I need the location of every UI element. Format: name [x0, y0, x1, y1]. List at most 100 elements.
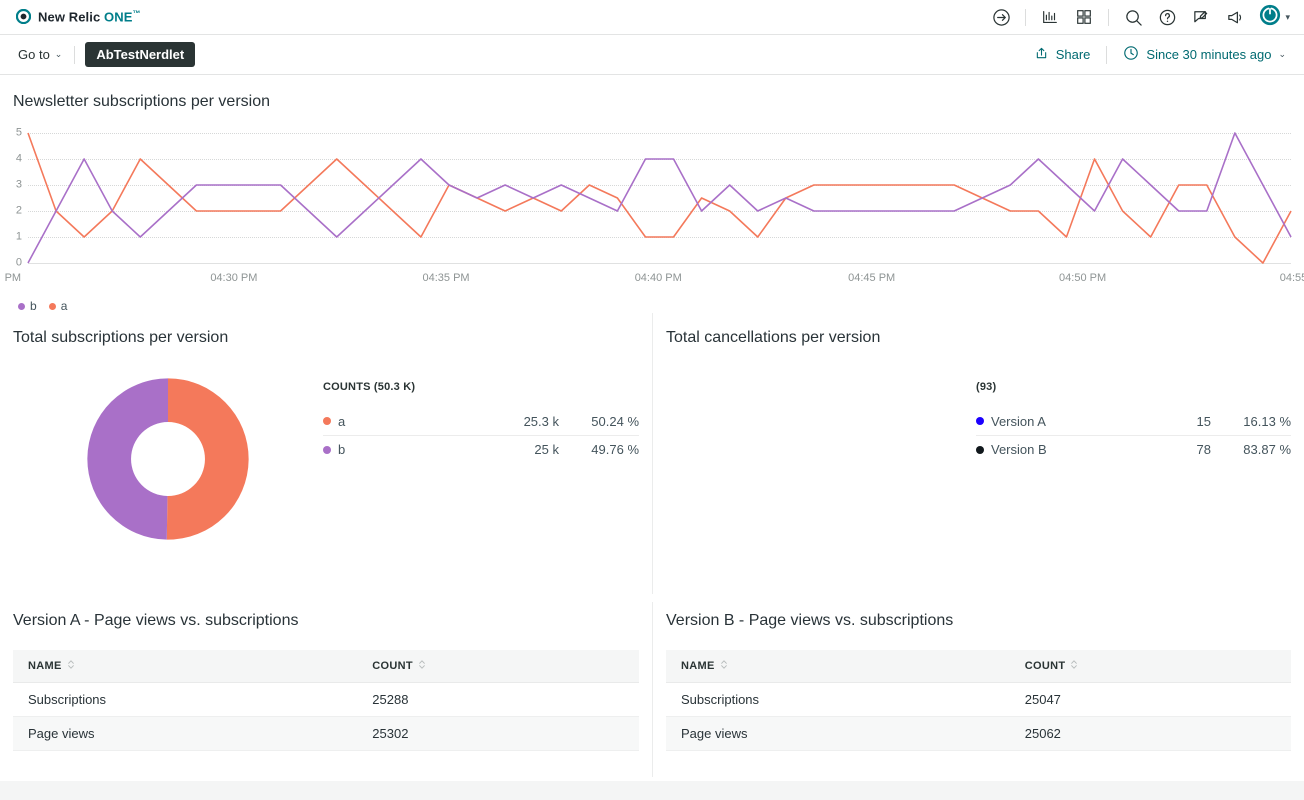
secondary-navigation-bar: Go to ⌄ AbTestNerdlet Share Since 30 min… [0, 35, 1304, 75]
y-axis-tick-label: 2 [15, 204, 22, 217]
time-range-picker[interactable]: Since 30 minutes ago ⌄ [1119, 41, 1290, 68]
brand-text: New Relic ONE™ [38, 9, 141, 24]
launcher-icon[interactable] [991, 7, 1011, 27]
x-axis-tick-label: 04:40 PM [634, 272, 682, 284]
table-row[interactable]: Page views 25062 [666, 716, 1291, 751]
go-to-menu[interactable]: Go to ⌄ [16, 44, 64, 65]
legend-label: a [60, 299, 68, 313]
version-b-table: NAME COUNT Subscriptions 25047 Page views 25… [666, 650, 1291, 751]
sort-arrows-icon [1070, 659, 1078, 673]
cell-count: 25302 [357, 716, 639, 751]
subscriptions-donut-chart [87, 378, 249, 540]
facet-color-dot [976, 417, 984, 425]
cancellations-facet-table: (93) Version A 15 16.13 % Version B 78 83.87 … [976, 369, 1291, 594]
table-row[interactable]: Subscriptions 25047 [666, 682, 1291, 717]
facet-color-dot [323, 417, 331, 425]
version-a-table-title: Version A - Page views vs. subscriptions [13, 612, 299, 629]
x-axis-labels: PM 04:30 PM 04:35 PM 04:40 PM 04:45 PM 04:50 … [0, 273, 1304, 289]
table-row[interactable]: Subscriptions 25288 [13, 682, 639, 717]
sort-arrows-icon [720, 659, 728, 673]
facet-name-cell: Version A [976, 414, 1141, 429]
subscriptions-panel-body: COUNTS (50.3 K) a 25.3 k 50.24 % b 25 k 49.76… [13, 369, 639, 594]
donut-slice-a[interactable] [166, 378, 249, 540]
x-axis-tick-label: 04:45 PM [848, 272, 896, 284]
share-button[interactable]: Share [1030, 42, 1095, 68]
column-header-name[interactable]: NAME [666, 650, 1010, 683]
table-footer [13, 751, 639, 777]
facet-row[interactable]: Version B 78 83.87 % [976, 435, 1291, 463]
facet-name-cell: Version B [976, 442, 1141, 457]
cancellations-chart-wrap [666, 369, 976, 594]
version-b-table-title: Version B - Page views vs. subscriptions [666, 612, 954, 629]
newsletter-subscriptions-panel: Newsletter subscriptions per version 0 1 2… [0, 75, 1304, 313]
facet-row[interactable]: b 25 k 49.76 % [323, 435, 639, 463]
table-header-row: NAME COUNT [13, 650, 639, 683]
legend-color-dot [18, 302, 25, 310]
x-axis-line [28, 263, 1291, 264]
column-header-label: COUNT [1024, 660, 1066, 672]
table-footer [666, 751, 1291, 777]
column-header-name[interactable]: NAME [13, 650, 358, 683]
facet-value: 25 k [534, 442, 559, 457]
top-bar-icon-group: ▾ [991, 4, 1290, 31]
brand-primary: New Relic [38, 9, 105, 25]
legend-item-b[interactable]: b [18, 299, 37, 313]
cell-name: Subscriptions [13, 682, 358, 717]
sort-arrows-icon [67, 659, 75, 673]
donut-slice-b[interactable] [87, 378, 168, 540]
version-a-table-panel: Version A - Page views vs. subscriptions… [0, 602, 652, 777]
facet-color-dot [323, 445, 331, 454]
help-icon[interactable] [1157, 7, 1177, 27]
line-chart-title: Newsletter subscriptions per version [13, 93, 270, 110]
facet-row[interactable]: Version A 15 16.13 % [976, 407, 1291, 435]
announcements-icon[interactable] [1225, 7, 1245, 27]
new-relic-one-logo[interactable]: New Relic ONE™ [15, 9, 141, 25]
top-navigation-bar: New Relic ONE™ ▾ [0, 0, 1304, 35]
table-row[interactable]: Page views 25302 [13, 716, 639, 751]
cell-name: Page views [666, 716, 1010, 751]
column-header-label: COUNT [372, 660, 413, 672]
version-a-table: NAME COUNT Subscriptions 25288 Page views 25… [13, 650, 639, 751]
cell-name: Subscriptions [666, 682, 1010, 717]
breadcrumb-nerdlet[interactable]: AbTestNerdlet [85, 42, 196, 67]
chevron-down-icon: ⌄ [1278, 49, 1286, 59]
total-cancellations-panel: Total cancellations per version (93) Ver… [652, 313, 1304, 594]
page-footer-strip [0, 781, 1304, 799]
share-icon [1034, 46, 1049, 64]
subscriptions-facet-header: COUNTS (50.3 K) [323, 381, 416, 393]
user-account-menu[interactable]: ▾ [1259, 4, 1290, 31]
line-chart-legend: ba [18, 299, 1304, 313]
cell-count: 25288 [357, 682, 639, 717]
y-axis-labels: 0 1 2 3 4 5 [10, 127, 26, 268]
column-header-label: NAME [681, 660, 715, 672]
chart-bars-icon[interactable] [1040, 7, 1060, 27]
table-header-row: NAME COUNT [666, 650, 1291, 683]
subnav-right-group: Share Since 30 minutes ago ⌄ [1030, 41, 1290, 68]
cancellations-facet-header: (93) [976, 381, 997, 393]
donut-chart-wrap[interactable] [13, 369, 323, 594]
facet-name-cell: b [323, 442, 489, 457]
column-header-count[interactable]: COUNT [1009, 650, 1291, 683]
column-header-count[interactable]: COUNT [357, 650, 639, 683]
facet-value: 15 [1196, 413, 1211, 429]
search-icon[interactable] [1123, 7, 1143, 27]
share-label: Share [1055, 47, 1091, 62]
divider [1106, 45, 1108, 64]
cancellations-panel-title: Total cancellations per version [666, 329, 881, 346]
facet-name-cell: a [323, 414, 489, 429]
cell-name: Page views [13, 716, 358, 751]
dashboard-content: Newsletter subscriptions per version 0 1 2… [0, 75, 1304, 799]
brand-accent: ONE [104, 9, 133, 25]
facet-color-dot [976, 445, 984, 454]
feedback-icon[interactable] [1191, 7, 1211, 27]
line-chart-plot [28, 133, 1291, 263]
legend-item-a[interactable]: a [48, 299, 68, 313]
go-to-label: Go to [18, 47, 50, 62]
chevron-down-icon: ▾ [1285, 11, 1290, 22]
facet-row[interactable]: a 25.3 k 50.24 % [323, 407, 639, 435]
x-axis-tick-label: 04:35 PM [422, 272, 470, 284]
line-chart-area[interactable]: 0 1 2 3 4 5 PM 04:30 PM 04:35 PM 04:40 PM 04:45 P… [0, 127, 1304, 291]
column-header-label: NAME [28, 660, 62, 672]
facet-percent: 83.87 % [1243, 442, 1291, 457]
apps-grid-icon[interactable] [1074, 7, 1094, 27]
